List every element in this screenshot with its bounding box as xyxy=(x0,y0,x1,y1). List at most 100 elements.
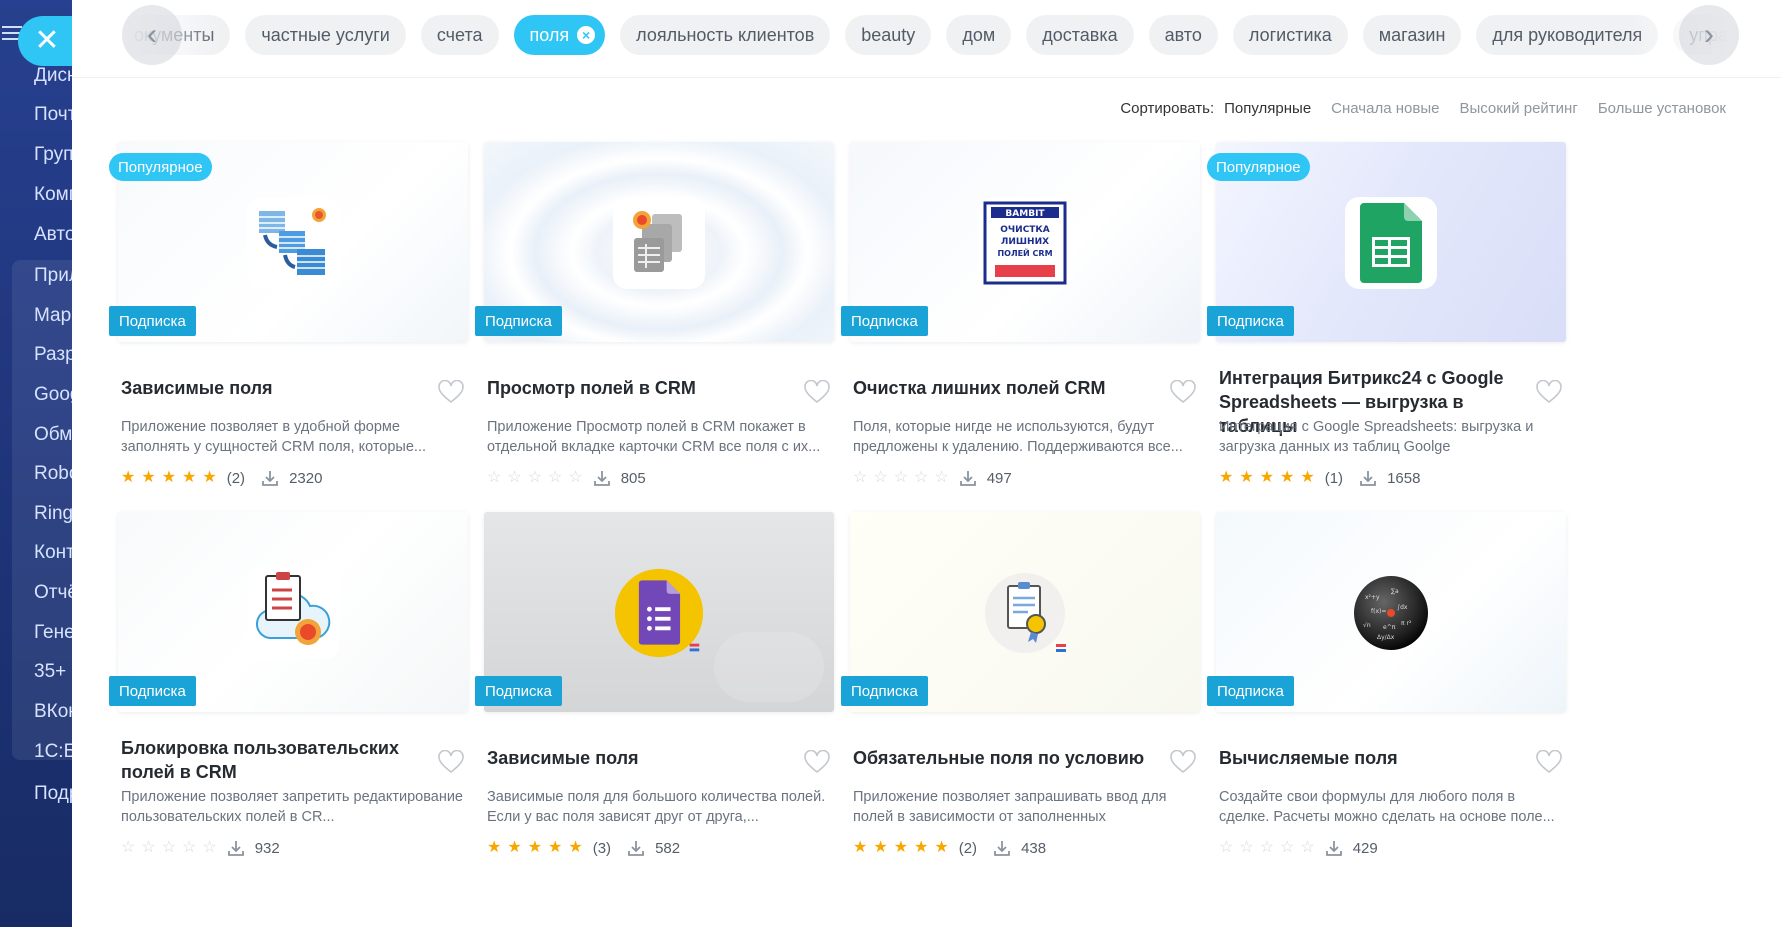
scroll-left-button[interactable]: ‹ xyxy=(122,5,182,65)
favorite-heart-icon[interactable] xyxy=(1170,749,1196,774)
chevron-left-icon: ‹ xyxy=(147,18,157,51)
sidebar-item[interactable]: Разр xyxy=(34,344,72,366)
sidebar-item[interactable]: Дисн xyxy=(34,65,72,87)
svg-text:ПОЛЕЙ CRM: ПОЛЕЙ CRM xyxy=(997,247,1052,258)
download-icon xyxy=(593,469,611,487)
tag-label: магазин xyxy=(1378,24,1446,45)
app-title[interactable]: Очистка лишних полей CRM xyxy=(853,376,1153,400)
tag-chip[interactable]: магазин xyxy=(1362,15,1462,55)
star-icon: ★ xyxy=(1219,469,1234,486)
tag-chip[interactable]: дом xyxy=(946,15,1012,55)
sidebar-item[interactable]: Авто xyxy=(34,224,72,246)
tag-chip[interactable]: лояльность клиентов xyxy=(620,15,831,55)
favorite-heart-icon[interactable] xyxy=(1170,379,1196,404)
sidebar-item[interactable]: 1С:Б xyxy=(34,741,72,763)
app-card[interactable]: Подписка Просмотр полей в CRM Приложение П… xyxy=(475,142,834,542)
sidebar-item[interactable]: Прил xyxy=(34,265,72,287)
sidebar-item[interactable]: Подр xyxy=(34,783,72,805)
tag-chip[interactable]: логистика xyxy=(1232,15,1348,55)
favorite-heart-icon[interactable] xyxy=(804,379,830,404)
star-icon: ☆ xyxy=(1239,839,1254,856)
sidebar-item[interactable]: 35+ xyxy=(34,661,72,683)
app-card[interactable]: Подписка Блокировка пользовательских поле… xyxy=(109,512,468,912)
sidebar-item[interactable]: Комп xyxy=(34,184,72,206)
svg-text:BAMBIT: BAMBIT xyxy=(1005,209,1045,219)
star-icon: ★ xyxy=(507,839,522,856)
download-icon xyxy=(959,469,977,487)
favorite-heart-icon[interactable] xyxy=(804,749,830,774)
app-title[interactable]: Зависимые поля xyxy=(121,376,421,400)
app-description: Приложение позволяет в удобной форме зап… xyxy=(121,419,427,455)
favorite-heart-icon[interactable] xyxy=(1536,749,1562,774)
sidebar-item[interactable]: Гене xyxy=(34,622,72,644)
sidebar-item[interactable]: Robo xyxy=(34,463,72,485)
favorite-heart-icon[interactable] xyxy=(1536,379,1562,404)
app-description: Поля, которые нигде не используются, буд… xyxy=(853,419,1183,455)
app-title[interactable]: Обязательные поля по условию xyxy=(853,746,1153,770)
certificate-icon xyxy=(979,567,1071,659)
sidebar-item[interactable]: Goog xyxy=(34,384,72,406)
tag-chip[interactable]: поля × xyxy=(513,15,606,55)
app-title[interactable]: Блокировка пользовательских полей в CRM xyxy=(121,736,421,784)
portal-sidebar: Дисн Почт Груп Комп Авто Прил Мар Разр Goog Обм Ro… xyxy=(0,0,72,927)
app-card[interactable]: Популярное Подписка Интеграция Битрикс24 с… xyxy=(1207,142,1566,542)
star-icon: ☆ xyxy=(487,469,502,486)
sort-option[interactable]: Высокий рейтинг xyxy=(1459,100,1577,117)
app-card[interactable]: Популярное Подписка Зависимые поля Приложен… xyxy=(109,142,468,542)
close-icon: ✕ xyxy=(34,24,60,57)
app-description: Приложение позволяет запретить редактиро… xyxy=(121,789,463,825)
app-card[interactable]: BAMBIT ОЧИСТКА ЛИШНИХ ПОЛЕЙ CRM Подписка Очис… xyxy=(841,142,1200,542)
sort-option[interactable]: Больше установок xyxy=(1598,100,1726,117)
close-slider-button[interactable]: ✕ xyxy=(18,16,72,66)
sidebar-item[interactable]: Отчё xyxy=(34,582,72,604)
star-icon: ★ xyxy=(527,839,543,856)
sidebar-item[interactable]: Груп xyxy=(34,144,72,166)
tag-chip[interactable]: beauty xyxy=(845,15,932,55)
scroll-right-button[interactable]: › xyxy=(1679,5,1739,65)
sort-option[interactable]: Популярные xyxy=(1224,100,1311,117)
app-title[interactable]: Зависимые поля xyxy=(487,746,787,770)
sort-bar: Сортировать: Популярные Сначала новые Высо… xyxy=(1120,100,1726,117)
sort-option[interactable]: Сначала новые xyxy=(1331,100,1439,117)
sidebar-item[interactable]: ВКон xyxy=(34,701,72,723)
subscription-badge: Подписка xyxy=(1207,676,1294,706)
star-icon: ★ xyxy=(1300,469,1315,486)
tag-chip[interactable]: счета xyxy=(420,15,499,55)
star-icon: ☆ xyxy=(121,839,136,856)
app-title[interactable]: Вычисляемые поля xyxy=(1219,746,1519,770)
app-card[interactable]: x²+y ∑a f(x)= ∫dx √n e^π π r² Δy/Δx Подписка Вычи… xyxy=(1207,512,1566,912)
sidebar-item[interactable]: Обм xyxy=(34,424,72,446)
app-card[interactable]: Подписка Зависимые поля Зависимые поля для… xyxy=(475,512,834,912)
app-title[interactable]: Просмотр полей в CRM xyxy=(487,376,787,400)
star-icon: ☆ xyxy=(914,469,929,486)
star-icon: ★ xyxy=(202,469,217,486)
tag-chip[interactable]: частные услуги xyxy=(245,15,406,55)
review-count: (1) xyxy=(1324,469,1344,487)
star-icon: ★ xyxy=(121,469,136,486)
sidebar-item[interactable]: Конт xyxy=(34,542,72,564)
install-count: 805 xyxy=(620,469,646,487)
favorite-heart-icon[interactable] xyxy=(438,749,464,774)
tag-list: окументычастные услугисчетаполя×лояльнос… xyxy=(118,15,1781,55)
sidebar-item[interactable]: Почт xyxy=(34,104,72,126)
app-card[interactable]: Подписка Обязательные поля по условию Прил… xyxy=(841,512,1200,912)
install-count: 438 xyxy=(1021,839,1047,857)
tag-label: доставка xyxy=(1042,24,1118,45)
svg-text:ОЧИСТКА: ОЧИСТКА xyxy=(1000,225,1050,235)
subscription-badge: Подписка xyxy=(841,676,928,706)
rating-stars: ★ ★ ★ ★ ★ xyxy=(487,840,583,856)
tag-chip[interactable]: авто xyxy=(1148,15,1218,55)
remove-tag-icon[interactable]: × xyxy=(577,26,596,44)
sidebar-item[interactable]: Ring xyxy=(34,503,72,525)
sidebar-item[interactable]: Мар xyxy=(34,305,72,327)
tag-chip[interactable]: доставка xyxy=(1026,15,1134,55)
app-description: Приложение Просмотр полей в CRM покажет … xyxy=(487,419,821,455)
install-count: 932 xyxy=(254,839,280,857)
favorite-heart-icon[interactable] xyxy=(438,379,464,404)
app-meta: ★ ★ ★ ★ ★ (2) 2320 xyxy=(121,469,322,487)
review-count: (3) xyxy=(592,839,612,857)
star-icon: ★ xyxy=(182,469,197,486)
tag-filter-bar: окументычастные услугисчетаполя×лояльнос… xyxy=(72,0,1781,78)
star-icon: ☆ xyxy=(202,839,217,856)
app-description: Приложение позволяет запрашивать ввод дл… xyxy=(853,789,1167,825)
